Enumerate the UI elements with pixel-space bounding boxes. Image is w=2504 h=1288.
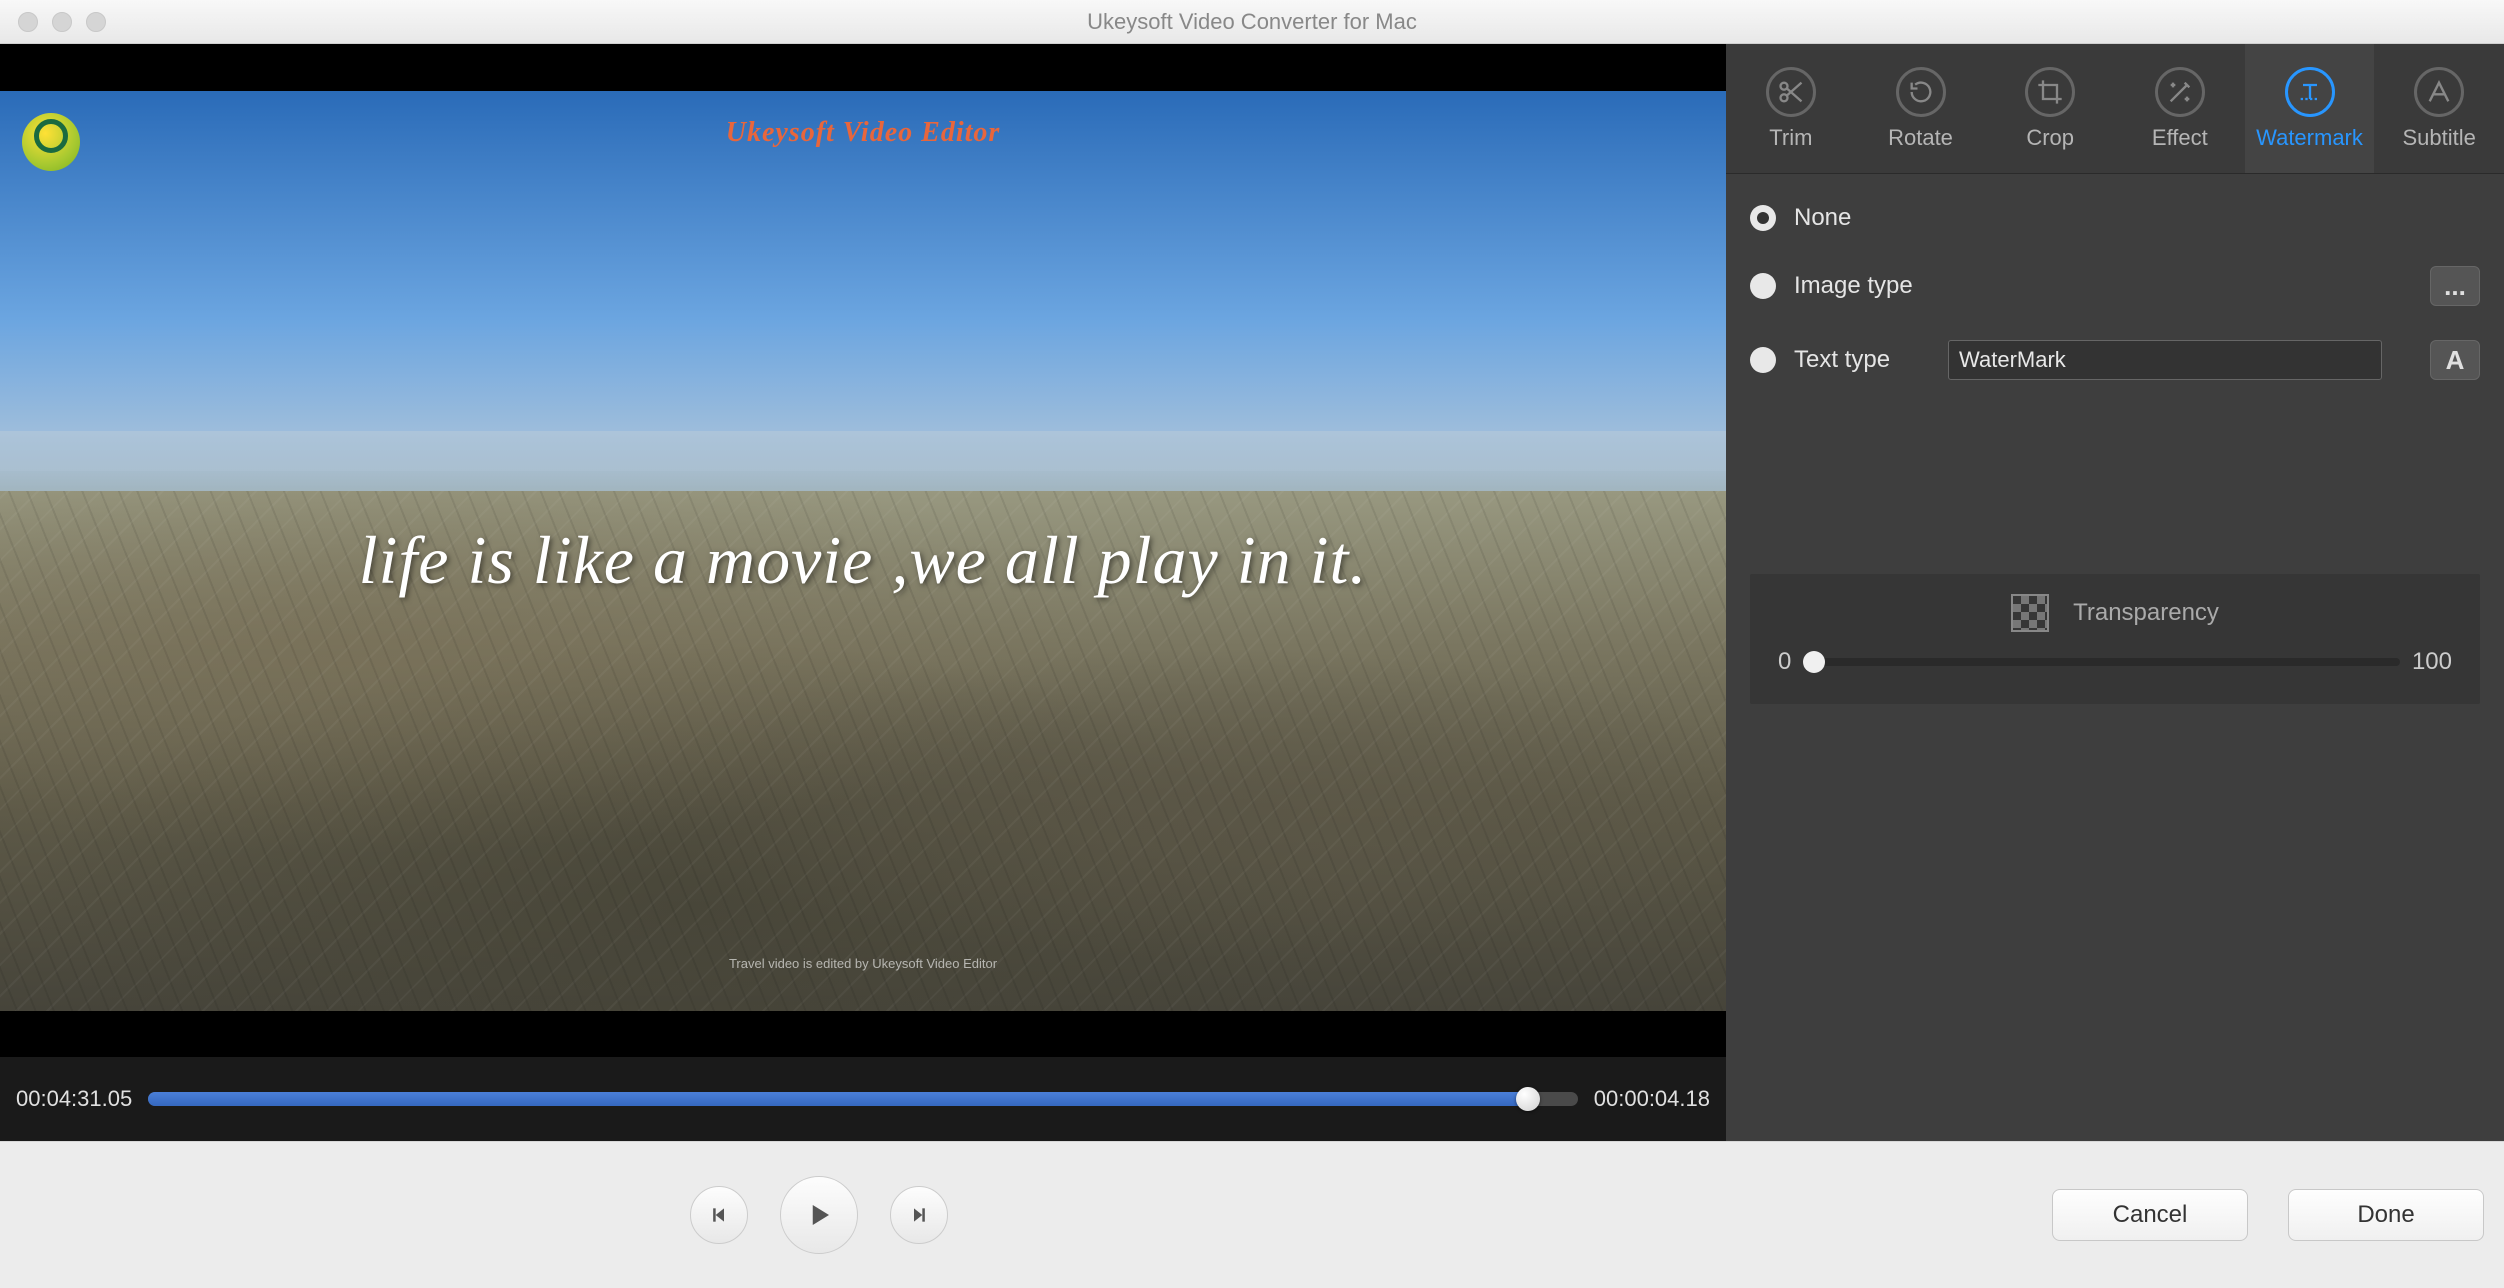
slider-max: 100 — [2412, 648, 2452, 676]
tab-label: Watermark — [2256, 125, 2363, 151]
timeline-slider[interactable] — [148, 1092, 1578, 1106]
video-frame: Ukeysoft Video Editor life is like a mov… — [0, 91, 1726, 1011]
watermark-text-input[interactable] — [1948, 340, 2382, 380]
tab-label: Effect — [2152, 125, 2208, 151]
traffic-lights — [0, 12, 106, 32]
close-window-button[interactable] — [18, 12, 38, 32]
video-preview: Ukeysoft Video Editor life is like a mov… — [0, 44, 1726, 1057]
tab-effect[interactable]: Effect — [2115, 44, 2245, 173]
window-title: Ukeysoft Video Converter for Mac — [1087, 9, 1417, 35]
radio-label: Image type — [1794, 272, 1913, 300]
subtitle-icon — [2414, 67, 2464, 117]
tab-trim[interactable]: Trim — [1726, 44, 1856, 173]
tab-watermark[interactable]: Watermark — [2245, 44, 2375, 173]
play-controls — [690, 1176, 948, 1254]
browse-image-button[interactable]: ... — [2430, 266, 2480, 306]
zoom-window-button[interactable] — [86, 12, 106, 32]
tab-label: Rotate — [1888, 125, 1953, 151]
minimize-window-button[interactable] — [52, 12, 72, 32]
previous-frame-button[interactable] — [690, 1186, 748, 1244]
transparency-section: Transparency 0 100 — [1750, 574, 2480, 704]
quote-text: life is like a movie ,we all play in it. — [359, 521, 1368, 600]
titlebar: Ukeysoft Video Converter for Mac — [0, 0, 2504, 44]
timeline-knob[interactable] — [1516, 1087, 1540, 1111]
radio-none[interactable]: None — [1750, 204, 2480, 232]
tab-subtitle[interactable]: Subtitle — [2374, 44, 2504, 173]
tab-label: Crop — [2026, 125, 2074, 151]
transparency-icon — [2011, 594, 2049, 632]
main-row: Ukeysoft Video Editor life is like a mov… — [0, 44, 2504, 1141]
branding-text: Ukeysoft Video Editor — [726, 117, 1001, 149]
preview-area: Ukeysoft Video Editor life is like a mov… — [0, 44, 1726, 1141]
tab-label: Trim — [1769, 125, 1812, 151]
done-button[interactable]: Done — [2288, 1189, 2484, 1241]
rotate-icon — [1896, 67, 1946, 117]
ukeysoft-logo-icon — [22, 113, 80, 171]
side-panel: Trim Rotate Crop — [1726, 44, 2504, 1141]
next-frame-button[interactable] — [890, 1186, 948, 1244]
magic-wand-icon — [2155, 67, 2205, 117]
transparency-slider[interactable] — [1803, 658, 2400, 666]
skip-back-icon — [709, 1205, 729, 1225]
slider-min: 0 — [1778, 648, 1791, 676]
action-buttons: Cancel Done — [2052, 1189, 2484, 1241]
slider-knob[interactable] — [1803, 651, 1825, 673]
font-settings-button[interactable]: A — [2430, 340, 2480, 380]
transparency-slider-row: 0 100 — [1778, 648, 2452, 676]
skip-forward-icon — [909, 1205, 929, 1225]
tab-label: Subtitle — [2403, 125, 2476, 151]
scissors-icon — [1766, 67, 1816, 117]
radio-image-type[interactable]: Image type ... — [1750, 266, 2480, 306]
watermark-icon — [2285, 67, 2335, 117]
editor-window: Ukeysoft Video Converter for Mac Ukeysof… — [0, 0, 2504, 1288]
radio-icon — [1750, 273, 1776, 299]
bottom-bar: Cancel Done — [0, 1141, 2504, 1288]
timeline: 00:04:31.05 00:00:04.18 — [0, 1057, 1726, 1141]
remaining-time: 00:00:04.18 — [1594, 1086, 1710, 1112]
radio-label: Text type — [1794, 346, 1890, 374]
credit-text: Travel video is edited by Ukeysoft Video… — [729, 956, 997, 971]
crop-icon — [2025, 67, 2075, 117]
radio-label: None — [1794, 204, 1851, 232]
tab-crop[interactable]: Crop — [1985, 44, 2115, 173]
current-time: 00:04:31.05 — [16, 1086, 132, 1112]
play-button[interactable] — [780, 1176, 858, 1254]
play-icon — [804, 1200, 834, 1230]
transparency-label: Transparency — [2073, 599, 2219, 627]
tool-tabs: Trim Rotate Crop — [1726, 44, 2504, 174]
watermark-panel: None Image type ... Text type A — [1726, 174, 2504, 734]
transparency-header: Transparency — [1778, 594, 2452, 632]
tab-rotate[interactable]: Rotate — [1856, 44, 1986, 173]
cancel-button[interactable]: Cancel — [2052, 1189, 2248, 1241]
radio-text-type[interactable]: Text type A — [1750, 340, 2480, 380]
radio-icon — [1750, 347, 1776, 373]
radio-icon — [1750, 205, 1776, 231]
